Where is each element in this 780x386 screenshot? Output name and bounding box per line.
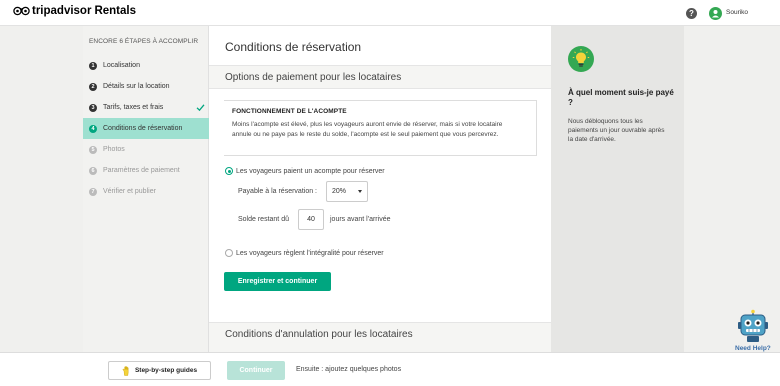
radio-full-payment[interactable] <box>225 249 233 257</box>
step-label: Photos <box>103 146 125 153</box>
step-number: 2 <box>89 82 97 91</box>
step-by-step-guides-button[interactable]: Step-by-step guides <box>108 361 211 380</box>
step-label: Localisation <box>103 62 140 69</box>
footer-bar: Step-by-step guides Continuer Ensuite : … <box>0 352 780 386</box>
sidebar-item-localisation[interactable]: 1 Localisation <box>83 55 209 76</box>
step-number: 3 <box>89 103 97 112</box>
full-payment-option[interactable]: Les voyageurs règlent l'intégralité pour… <box>225 249 384 257</box>
cancellation-section-header[interactable]: Conditions d'annulation pour les locatai… <box>209 322 551 352</box>
step-number: 6 <box>89 166 97 175</box>
need-help-label[interactable]: Need Help? <box>735 345 771 352</box>
deposit-percent-select[interactable]: 20% <box>326 181 368 202</box>
step-label: Vérifier et publier <box>103 188 156 195</box>
section-title: Options de paiement pour les locataires <box>225 72 402 83</box>
sidebar-item-publier[interactable]: 7 Vérifier et publier <box>83 181 209 202</box>
sidebar-item-conditions[interactable]: 4 Conditions de réservation <box>83 118 209 139</box>
payment-options-section-header: Options de paiement pour les locataires <box>209 65 551 89</box>
step-label: Paramètres de paiement <box>103 167 180 174</box>
info-box-text: Moins l'acompte est élevé, plus les voya… <box>232 121 503 138</box>
next-step-text: Ensuite : ajoutez quelques photos <box>296 366 402 373</box>
step-label: Conditions de réservation <box>103 125 183 132</box>
tip-title: À quel moment suis-je payé ? <box>568 88 674 107</box>
help-robot-icon[interactable] <box>736 309 770 343</box>
caret-down-icon <box>358 190 362 193</box>
user-avatar-icon[interactable] <box>709 7 722 20</box>
checkmark-icon <box>196 104 205 112</box>
continue-button[interactable]: Continuer <box>227 361 285 380</box>
step-number: 5 <box>89 145 97 154</box>
user-name[interactable]: Souriko <box>726 9 748 16</box>
hand-icon <box>122 365 129 376</box>
progress-sidebar: ENCORE 6 ÉTAPES À ACCOMPLIR 1 Localisati… <box>83 26 209 352</box>
step-number: 4 <box>89 124 97 133</box>
balance-suffix: jours avant l'arrivée <box>330 216 391 223</box>
radio-deposit[interactable] <box>225 167 233 175</box>
guide-button-label: Step-by-step guides <box>134 367 198 374</box>
save-and-continue-button[interactable]: Enregistrer et continuer <box>224 272 331 291</box>
help-icon[interactable]: ? <box>686 8 697 19</box>
top-bar: tripadvisor Rentals ? Souriko <box>0 0 780 26</box>
deposit-percent-value: 20% <box>332 188 347 195</box>
section-title: Conditions d'annulation pour les locatai… <box>225 329 413 340</box>
step-list: 1 Localisation 2 Détails sur la location… <box>83 55 209 202</box>
payable-label: Payable à la réservation : <box>238 188 317 195</box>
brand-name: tripadvisor <box>32 5 92 17</box>
balance-label: Solde restant dû <box>238 216 289 223</box>
tripadvisor-logo[interactable]: tripadvisor Rentals <box>13 5 136 17</box>
sidebar-item-photos[interactable]: 5 Photos <box>83 139 209 160</box>
balance-days-input[interactable]: 40 <box>298 209 324 230</box>
full-payment-option-label: Les voyageurs règlent l'intégralité pour… <box>236 249 384 257</box>
tip-text: Nous débloquons tous les paiements un jo… <box>568 118 665 143</box>
brand-suffix: Rentals <box>94 5 136 17</box>
sidebar-item-paiement[interactable]: 6 Paramètres de paiement <box>83 160 209 181</box>
sidebar-item-tarifs[interactable]: 3 Tarifs, taxes et frais <box>83 97 209 118</box>
tip-card: À quel moment suis-je payé ? Nous débloq… <box>551 26 684 352</box>
step-number: 7 <box>89 187 97 196</box>
step-label: Détails sur la location <box>103 83 170 90</box>
sidebar-item-details[interactable]: 2 Détails sur la location <box>83 76 209 97</box>
lightbulb-icon <box>568 46 594 72</box>
owl-icon <box>13 6 30 16</box>
step-label: Tarifs, taxes et frais <box>103 104 164 111</box>
info-box-title: FONCTIONNEMENT DE L'ACOMPTE <box>232 108 347 115</box>
step-number: 1 <box>89 61 97 70</box>
deposit-info-box: FONCTIONNEMENT DE L'ACOMPTE Moins l'acom… <box>224 100 537 156</box>
steps-remaining-heading: ENCORE 6 ÉTAPES À ACCOMPLIR <box>89 38 199 45</box>
main-content: Conditions de réservation Options de pai… <box>209 26 551 352</box>
page-title: Conditions de réservation <box>225 40 362 54</box>
tip-panel: À quel moment suis-je payé ? Nous débloq… <box>551 26 780 352</box>
deposit-option[interactable]: Les voyageurs paient un acompte pour rés… <box>225 167 385 175</box>
deposit-option-label: Les voyageurs paient un acompte pour rés… <box>236 167 385 175</box>
